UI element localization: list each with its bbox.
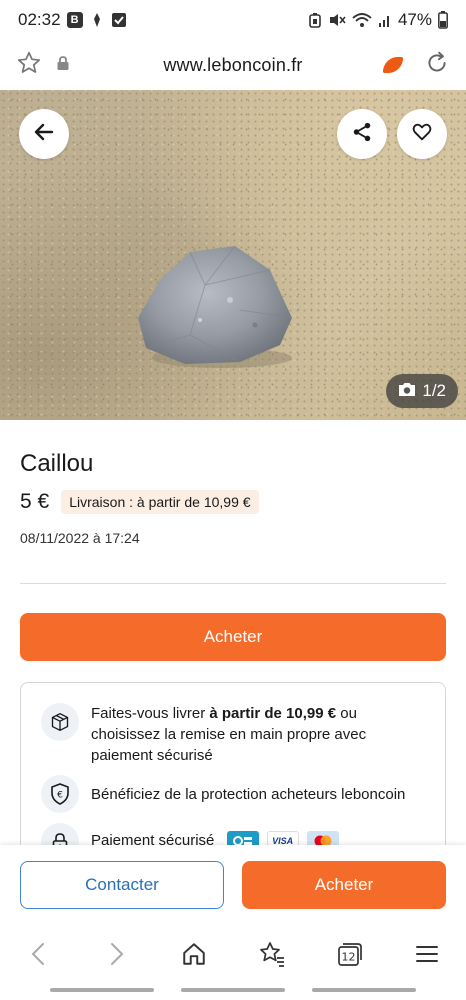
rock-image xyxy=(138,245,293,368)
listing-price: 5 € xyxy=(20,490,50,513)
menu-icon[interactable] xyxy=(407,934,447,974)
share-icon xyxy=(351,121,373,148)
status-bar: 02:32 B 47% xyxy=(0,0,466,40)
page: 02:32 B 47% www.leboncoin.fr 1/2 Caillou… xyxy=(0,0,466,1000)
gesture-bar-center xyxy=(181,988,285,992)
heart-icon xyxy=(411,121,433,148)
battery-icon xyxy=(438,11,448,29)
buy-button[interactable]: Acheter xyxy=(20,613,446,661)
checkbox-icon xyxy=(111,12,127,28)
delivery-badge: Livraison : à partir de 10,99 € xyxy=(61,490,259,514)
listing-title: Caillou xyxy=(20,450,94,477)
nav-forward-icon[interactable] xyxy=(96,934,136,974)
battery-percent: 47% xyxy=(397,10,432,29)
divider xyxy=(20,583,446,584)
photo-counter-text: 1/2 xyxy=(422,381,446,400)
reload-icon[interactable] xyxy=(424,50,450,81)
back-arrow-icon xyxy=(32,120,56,149)
listing-date: 08/11/2022 à 17:24 xyxy=(20,530,140,546)
b-badge-icon: B xyxy=(66,12,83,28)
status-left: 02:32 B xyxy=(18,10,127,30)
url-right-icons xyxy=(382,50,450,81)
favorite-button[interactable] xyxy=(397,109,447,159)
camera-icon xyxy=(398,381,416,402)
signal-icon xyxy=(378,12,392,28)
photo-counter[interactable]: 1/2 xyxy=(386,374,458,408)
home-icon[interactable] xyxy=(174,934,214,974)
browser-nav: 12 xyxy=(0,925,466,982)
info-protection-text: Bénéficiez de la protection acheteurs le… xyxy=(91,786,406,803)
url-left-icons xyxy=(16,50,70,81)
assistant-icon xyxy=(89,12,105,28)
mute-icon xyxy=(328,12,346,28)
wifi-icon xyxy=(352,12,372,28)
listing-photo[interactable]: 1/2 xyxy=(0,90,466,420)
lock-battery-icon xyxy=(308,12,322,28)
star-icon[interactable] xyxy=(16,50,42,81)
svg-text:€: € xyxy=(57,791,63,801)
status-right: 47% xyxy=(308,10,448,30)
status-time: 02:32 xyxy=(18,10,61,29)
info-delivery-row: Faites-vous livrer à partir de 10,99 € o… xyxy=(41,703,421,766)
tabs-count: 12 xyxy=(342,950,356,963)
nav-back-icon[interactable] xyxy=(19,934,59,974)
tabs-icon[interactable]: 12 xyxy=(329,934,369,974)
contact-button[interactable]: Contacter xyxy=(20,861,224,909)
gesture-bar-left xyxy=(50,988,154,992)
info-delivery-pre: Faites-vous livrer xyxy=(91,705,210,722)
bookmarks-icon[interactable] xyxy=(252,934,292,974)
share-button[interactable] xyxy=(337,109,387,159)
package-icon xyxy=(41,703,79,741)
shield-euro-icon: € xyxy=(41,775,79,813)
gesture-bar-right xyxy=(312,988,416,992)
price-row: 5 € Livraison : à partir de 10,99 € xyxy=(20,490,259,514)
info-delivery-bold: à partir de 10,99 € xyxy=(209,705,337,722)
url-bar: www.leboncoin.fr xyxy=(0,40,466,90)
buy-button-sticky[interactable]: Acheter xyxy=(242,861,446,909)
info-delivery-text: Faites-vous livrer à partir de 10,99 € o… xyxy=(91,703,421,766)
back-button[interactable] xyxy=(19,109,69,159)
leboncoin-logo-icon[interactable] xyxy=(382,57,404,73)
padlock-icon xyxy=(56,55,70,76)
action-bar: Contacter Acheter xyxy=(0,845,466,925)
info-protection-row: € Bénéficiez de la protection acheteurs … xyxy=(41,775,421,813)
